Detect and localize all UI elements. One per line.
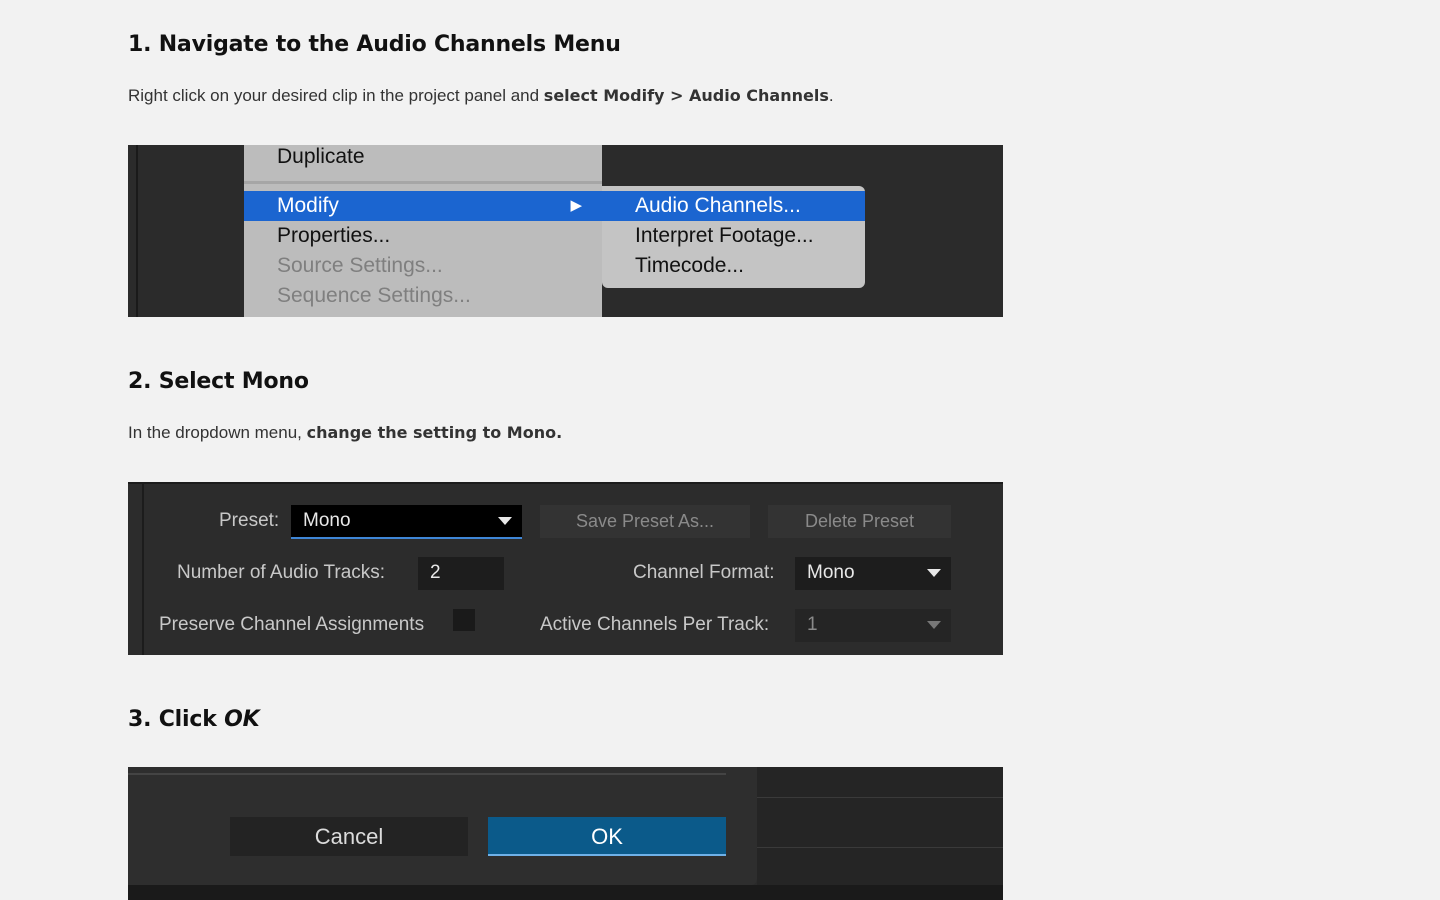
preserve-channel-checkbox[interactable] bbox=[453, 609, 475, 631]
submenu-item-audio-channels[interactable]: Audio Channels... bbox=[602, 191, 865, 221]
dialog-top-border bbox=[128, 482, 1003, 484]
step1-bold-text: select Modify > Audio Channels bbox=[543, 86, 829, 105]
modify-submenu: Audio Channels... Interpret Footage... T… bbox=[602, 186, 865, 288]
audio-tracks-input[interactable]: 2 bbox=[418, 557, 504, 590]
step1-text: Right click on your desired clip in the … bbox=[128, 86, 544, 105]
submenu-item-interpret-footage[interactable]: Interpret Footage... bbox=[602, 221, 865, 251]
step2-instruction: In the dropdown menu, change the setting… bbox=[128, 423, 562, 443]
context-menu: Duplicate Modify ▶ Properties... Source S… bbox=[244, 145, 602, 317]
ok-button[interactable]: OK bbox=[488, 817, 726, 856]
dialog-top-border bbox=[128, 767, 726, 775]
active-channels-dropdown: 1 bbox=[795, 609, 951, 642]
delete-preset-button[interactable]: Delete Preset bbox=[768, 505, 951, 538]
menu-item-sequence-settings: Sequence Settings... bbox=[277, 284, 471, 307]
active-channels-value: 1 bbox=[807, 614, 818, 635]
menu-item-duplicate[interactable]: Duplicate bbox=[244, 145, 602, 172]
menu-item-modify[interactable]: Modify ▶ bbox=[244, 191, 602, 221]
preset-label: Preset: bbox=[219, 510, 280, 531]
cancel-button[interactable]: Cancel bbox=[230, 817, 468, 856]
step1-heading: 1. Navigate to the Audio Channels Menu bbox=[128, 32, 621, 57]
menu-item-modify-label: Modify bbox=[277, 194, 339, 217]
step3-heading-ok: OK bbox=[224, 707, 260, 732]
step1-text-end: . bbox=[828, 86, 834, 105]
panel-divider bbox=[136, 145, 138, 317]
submenu-item-timecode[interactable]: Timecode... bbox=[602, 251, 865, 281]
dialog-bottom-strip bbox=[128, 885, 1003, 900]
preserve-channel-label: Preserve Channel Assignments bbox=[159, 614, 425, 635]
divider-line bbox=[757, 847, 1003, 848]
context-menu-screenshot: Duplicate Modify ▶ Properties... Source S… bbox=[128, 145, 1003, 317]
menu-item-properties[interactable]: Properties... bbox=[244, 221, 602, 251]
step2-heading: 2. Select Mono bbox=[128, 369, 309, 394]
step3-heading-prefix: 3. Click bbox=[128, 707, 225, 732]
channel-format-value: Mono bbox=[807, 562, 855, 583]
menu-item-source-settings: Source Settings... bbox=[277, 254, 443, 277]
chevron-down-icon bbox=[927, 621, 941, 629]
step2-text: In the dropdown menu, bbox=[128, 423, 307, 442]
save-preset-button[interactable]: Save Preset As... bbox=[540, 505, 750, 538]
step2-bold-text: change the setting to Mono. bbox=[306, 423, 563, 442]
step3-heading: 3. Click OK bbox=[128, 707, 260, 732]
dialog-left-border bbox=[142, 482, 144, 655]
chevron-down-icon bbox=[927, 569, 941, 577]
divider-line bbox=[757, 797, 1003, 798]
preset-value: Mono bbox=[303, 510, 351, 531]
audio-tracks-label: Number of Audio Tracks: bbox=[177, 562, 386, 583]
active-channels-label: Active Channels Per Track: bbox=[540, 614, 770, 635]
channel-format-label: Channel Format: bbox=[633, 562, 775, 583]
audio-channels-dialog-screenshot: Preset: Mono Save Preset As... Delete Pr… bbox=[128, 482, 1003, 655]
chevron-down-icon bbox=[498, 517, 512, 525]
submenu-arrow-icon: ▶ bbox=[570, 197, 582, 214]
channel-format-dropdown[interactable]: Mono bbox=[795, 557, 951, 590]
ok-dialog-screenshot: Cancel OK bbox=[128, 767, 1003, 900]
background-panel bbox=[757, 767, 1003, 900]
step1-instruction: Right click on your desired clip in the … bbox=[128, 86, 834, 106]
menu-separator bbox=[244, 181, 602, 184]
preset-dropdown[interactable]: Mono bbox=[291, 505, 522, 539]
